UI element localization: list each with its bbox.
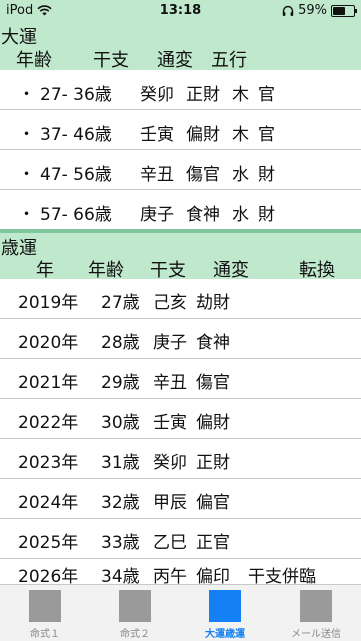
- saiun-row[interactable]: 2019年 27歳 己亥 劫財: [0, 279, 361, 319]
- tab-label: 大運歳運: [205, 629, 245, 640]
- battery-icon: [331, 4, 357, 17]
- daiun-kanshi: 庚子: [140, 205, 174, 225]
- saiun-year: 2020年: [18, 333, 79, 353]
- daiun-tsuhen: 傷官: [186, 165, 220, 185]
- tab-meishiki-2[interactable]: 命式２: [90, 585, 180, 641]
- tab-label: 命式２: [120, 629, 150, 640]
- tab-label: 命式１: [30, 629, 60, 640]
- daiun-row[interactable]: ・ 27- 36歳 癸卯 正財 木 官: [0, 70, 361, 110]
- saiun-age: 30歳: [101, 413, 140, 433]
- daiun-extra: 財: [258, 165, 275, 185]
- saiun-tsuhen: 傷官: [196, 373, 230, 393]
- row-bullet: ・: [18, 125, 35, 145]
- saiun-tsuhen: 劫財: [196, 293, 230, 313]
- saiun-kanshi: 甲辰: [153, 493, 187, 513]
- saiun-tsuhen: 偏官: [196, 493, 230, 513]
- saiun-age: 32歳: [101, 493, 140, 513]
- daiun-gogyo: 木: [232, 85, 249, 105]
- saiun-year: 2021年: [18, 373, 79, 393]
- saiun-kanshi: 壬寅: [153, 413, 187, 433]
- saiun-year: 2024年: [18, 493, 79, 513]
- saiun-title: 歳運: [1, 238, 37, 259]
- tab-placeholder-icon: [300, 590, 332, 622]
- saiun-age: 33歳: [101, 533, 140, 553]
- tab-send-mail[interactable]: メール送信: [271, 585, 361, 641]
- tab-meishiki-1[interactable]: 命式１: [0, 585, 90, 641]
- daiun-row[interactable]: ・ 57- 66歳 庚子 食神 水 財: [0, 190, 361, 229]
- saiun-row[interactable]: 2025年 33歳 乙巳 正官: [0, 519, 361, 559]
- daiun-kanshi: 癸卯: [140, 85, 174, 105]
- saiun-kanshi: 辛丑: [153, 373, 187, 393]
- daiun-row[interactable]: ・ 37- 46歳 壬寅 偏財 木 官: [0, 110, 361, 150]
- daiun-kanshi: 辛丑: [140, 165, 174, 185]
- daiun-gogyo: 水: [232, 205, 249, 225]
- tab-label: メール送信: [291, 629, 341, 640]
- daiun-tsuhen: 偏財: [186, 125, 220, 145]
- saiun-age: 27歳: [101, 293, 140, 313]
- daiun-age: 47- 56歳: [40, 165, 112, 185]
- daiun-age: 27- 36歳: [40, 85, 112, 105]
- saiun-tsuhen: 偏財: [196, 413, 230, 433]
- tab-placeholder-icon: [119, 590, 151, 622]
- saiun-row[interactable]: 2022年 30歳 壬寅 偏財: [0, 399, 361, 439]
- daiun-row[interactable]: ・ 47- 56歳 辛丑 傷官 水 財: [0, 150, 361, 190]
- daiun-col-gogyo: 五行: [211, 50, 247, 71]
- saiun-age: 29歳: [101, 373, 140, 393]
- daiun-tsuhen: 食神: [186, 205, 220, 225]
- daiun-col-tsuhen: 通変: [157, 50, 193, 71]
- saiun-kanshi: 乙巳: [153, 533, 187, 553]
- daiun-age: 57- 66歳: [40, 205, 112, 225]
- daiun-gogyo: 木: [232, 125, 249, 145]
- saiun-kanshi: 癸卯: [153, 453, 187, 473]
- status-right: 59%: [282, 3, 357, 18]
- daiun-tsuhen: 正財: [186, 85, 220, 105]
- saiun-header: 歳運 年 年齢 干支 通変 転換: [0, 233, 361, 281]
- tab-placeholder-icon: [29, 590, 61, 622]
- row-bullet: ・: [18, 205, 35, 225]
- daiun-extra: 官: [258, 125, 275, 145]
- headphones-icon: [282, 5, 294, 16]
- saiun-row[interactable]: 2023年 31歳 癸卯 正財: [0, 439, 361, 479]
- saiun-year: 2025年: [18, 533, 79, 553]
- saiun-kanshi: 己亥: [153, 293, 187, 313]
- tab-daiun-saiun[interactable]: 大運歳運: [180, 585, 270, 641]
- saiun-tsuhen: 正官: [196, 533, 230, 553]
- tab-placeholder-icon: [209, 590, 241, 622]
- saiun-year: 2023年: [18, 453, 79, 473]
- saiun-age: 31歳: [101, 453, 140, 473]
- daiun-gogyo: 水: [232, 165, 249, 185]
- daiun-header: 大運 年齢 干支 通変 五行: [0, 22, 361, 71]
- saiun-row[interactable]: 2021年 29歳 辛丑 傷官: [0, 359, 361, 399]
- status-bar: iPod 13:18 59%: [0, 0, 361, 22]
- tab-bar: 命式１ 命式２ 大運歳運 メール送信: [0, 584, 361, 641]
- battery-percent: 59%: [298, 3, 327, 18]
- daiun-extra: 財: [258, 205, 275, 225]
- daiun-kanshi: 壬寅: [140, 125, 174, 145]
- saiun-tsuhen: 食神: [196, 333, 230, 353]
- daiun-extra: 官: [258, 85, 275, 105]
- row-bullet: ・: [18, 85, 35, 105]
- saiun-row[interactable]: 2020年 28歳 庚子 食神: [0, 319, 361, 359]
- saiun-year: 2022年: [18, 413, 79, 433]
- daiun-age: 37- 46歳: [40, 125, 112, 145]
- daiun-col-age: 年齢: [16, 50, 52, 71]
- saiun-row[interactable]: 2024年 32歳 甲辰 偏官: [0, 479, 361, 519]
- saiun-kanshi: 庚子: [153, 333, 187, 353]
- row-bullet: ・: [18, 165, 35, 185]
- saiun-tsuhen: 正財: [196, 453, 230, 473]
- saiun-year: 2019年: [18, 293, 79, 313]
- saiun-age: 28歳: [101, 333, 140, 353]
- daiun-col-kanshi: 干支: [93, 50, 129, 71]
